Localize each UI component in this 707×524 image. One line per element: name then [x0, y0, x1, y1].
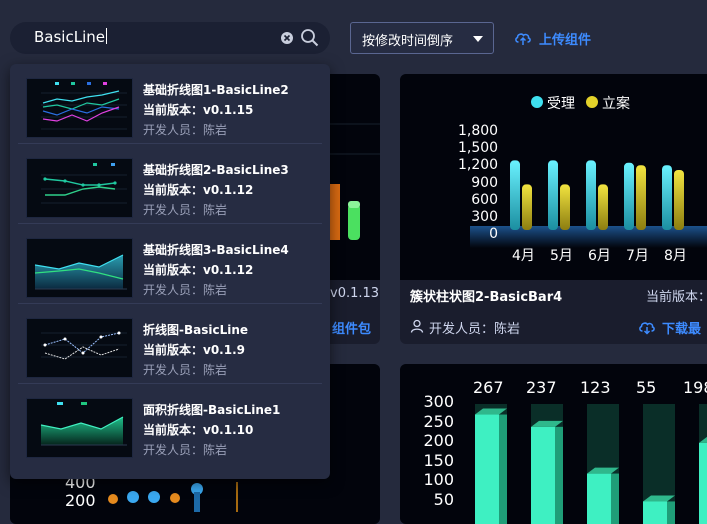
download-button[interactable]: 组件包: [332, 318, 371, 337]
search-icon[interactable]: [300, 28, 320, 48]
sort-select[interactable]: 按修改时间倒序: [350, 22, 494, 54]
result-developer: 开发人员：陈岩: [143, 363, 228, 377]
chart-bar: [662, 165, 672, 230]
result-developer: 开发人员：陈岩: [143, 203, 228, 217]
chart-bar: [699, 442, 707, 524]
legend-label: 立案: [602, 96, 630, 112]
result-developer: 开发人员：陈岩: [143, 123, 228, 137]
result-item[interactable]: 基础折线图2-BasicLine3 当前版本：v0.1.12 开发人员：陈岩: [18, 144, 322, 224]
chart-bar: [586, 160, 596, 230]
x-tick: 8月: [664, 248, 687, 264]
card-developer: 开发人员：陈岩: [429, 322, 521, 337]
result-thumbnail: [26, 398, 133, 458]
result-thumbnail: [26, 78, 133, 138]
y-tick: 250: [423, 411, 454, 431]
card-title: 簇状柱状图2-BasicBar4: [410, 290, 563, 305]
chart-bar: [624, 162, 634, 230]
result-item[interactable]: 面积折线图-BasicLine1 当前版本：v0.1.10 开发人员：陈岩: [18, 384, 322, 464]
result-title: 基础折线图2-BasicLine3: [143, 163, 289, 177]
result-developer: 开发人员：陈岩: [143, 443, 228, 457]
card-preview: 300 250 200 150 100 50 267 237 123 55 19…: [400, 364, 707, 524]
chart-bar: [531, 426, 555, 524]
result-title: 基础折线图1-BasicLine2: [143, 83, 289, 97]
x-tick: 7月: [626, 248, 649, 264]
cloud-download-icon: [639, 322, 655, 335]
legend-swatch: [531, 96, 543, 108]
bar-side: [611, 473, 619, 524]
download-button[interactable]: 下载最: [662, 318, 701, 337]
chart-bar: [522, 184, 532, 230]
x-tick: 6月: [588, 248, 611, 264]
chart-bar: [598, 184, 608, 230]
legend-swatch: [586, 96, 598, 108]
y-tick: 300: [423, 392, 454, 411]
card-version: v0.1.13: [330, 286, 380, 301]
result-item[interactable]: 基础折线图3-BasicLine4 当前版本：v0.1.12 开发人员：陈岩: [18, 224, 322, 304]
y-tick: 0: [489, 226, 498, 243]
data-label: 237: [526, 378, 557, 397]
chevron-down-icon: [473, 36, 483, 42]
y-tick: 1,500: [458, 140, 499, 157]
search-input[interactable]: BasicLine: [34, 28, 107, 46]
search-results-dropdown: 基础折线图1-BasicLine2 当前版本：v0.1.15 开发人员：陈岩 基…: [10, 64, 330, 479]
card-preview: 受理 立案 1,800 1,500 1,200 900 600 300 0 4月…: [400, 74, 707, 280]
y-tick: 600: [471, 191, 498, 208]
result-version: 当前版本：v0.1.10: [143, 423, 254, 437]
card-version: 当前版本：: [646, 290, 707, 305]
component-card[interactable]: 300 250 200 150 100 50 267 237 123 55 19…: [400, 364, 707, 524]
y-tick: 50: [433, 489, 454, 509]
sort-label: 按修改时间倒序: [362, 34, 454, 49]
result-thumbnail: [26, 238, 133, 298]
x-tick: 5月: [550, 248, 573, 264]
result-version: 当前版本：v0.1.15: [143, 103, 254, 117]
data-label: 55: [636, 378, 657, 397]
data-label: 267: [473, 378, 504, 397]
result-item[interactable]: 折线图-BasicLine 当前版本：v0.1.9 开发人员：陈岩: [18, 304, 322, 384]
data-label: 198: [683, 378, 707, 397]
cloud-upload-icon: [515, 33, 531, 45]
result-thumbnail: [26, 318, 133, 378]
chart-bar: [548, 160, 558, 230]
result-developer: 开发人员：陈岩: [143, 283, 228, 297]
chart-bar: [475, 414, 499, 524]
clear-icon[interactable]: [280, 31, 294, 45]
upload-label: 上传组件: [539, 33, 592, 48]
y-tick: 200: [423, 431, 454, 450]
chart-bar: [636, 165, 646, 230]
result-version: 当前版本：v0.1.12: [143, 263, 254, 277]
legend-label: 受理: [547, 96, 575, 112]
result-version: 当前版本：v0.1.9: [143, 343, 245, 357]
user-icon: [410, 319, 424, 333]
y-axis-labels: 1,800 1,500 1,200 900 600 300 0: [458, 123, 498, 243]
result-item[interactable]: 基础折线图1-BasicLine2 当前版本：v0.1.15 开发人员：陈岩: [18, 64, 322, 144]
result-version: 当前版本：v0.1.12: [143, 183, 254, 197]
y-axis-labels: 300 250 200 150 100 50: [410, 392, 454, 509]
result-title: 折线图-BasicLine: [143, 323, 249, 337]
bar-side: [555, 426, 563, 524]
y-tick: 900: [471, 174, 498, 191]
data-label: 123: [580, 378, 611, 397]
result-title: 基础折线图3-BasicLine4: [143, 243, 289, 257]
result-title: 面积折线图-BasicLine1: [143, 403, 281, 417]
y-tick: 100: [423, 470, 454, 489]
result-thumbnail: [26, 158, 133, 218]
x-tick: 4月: [512, 248, 535, 264]
chart-bar: [560, 184, 570, 230]
component-card-basicbar4[interactable]: 受理 立案 1,800 1,500 1,200 900 600 300 0 4月…: [400, 74, 707, 344]
y-tick: 1,200: [458, 157, 499, 174]
y-tick: 1,800: [458, 123, 499, 139]
chart-bar: [510, 160, 520, 230]
y-tick: 150: [423, 450, 454, 470]
chart-bar: [587, 473, 611, 524]
search-box[interactable]: BasicLine: [10, 22, 330, 54]
y-tick: 300: [471, 209, 498, 226]
chart-bar: [674, 170, 684, 230]
bar-side: [499, 414, 507, 524]
